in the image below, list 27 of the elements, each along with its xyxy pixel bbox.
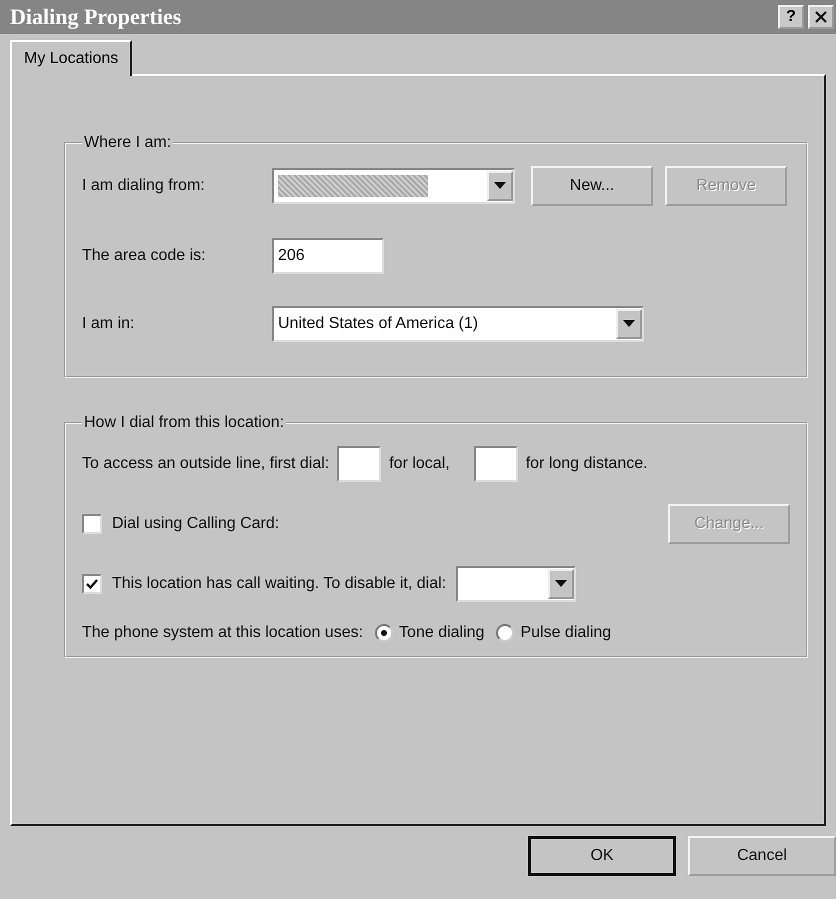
push-button[interactable]: New... bbox=[531, 166, 653, 206]
window-title: Dialing Properties bbox=[10, 4, 182, 30]
dropdown-value: United States of America (1) bbox=[278, 315, 478, 333]
field-label: To access an outside line, first dial: bbox=[82, 455, 330, 473]
country-dropdown[interactable]: United States of America (1) bbox=[272, 306, 644, 342]
push-button[interactable]: Cancel bbox=[688, 836, 836, 876]
area-code-field[interactable]: 206 bbox=[272, 238, 384, 274]
tab[interactable]: My Locations bbox=[10, 40, 132, 76]
radio-option[interactable]: Pulse dialing bbox=[496, 624, 612, 642]
close-button[interactable] bbox=[808, 5, 834, 29]
field-label: The phone system at this location uses: bbox=[82, 624, 364, 642]
radio-option[interactable]: Tone dialing bbox=[375, 624, 484, 642]
field-label: for local, bbox=[389, 455, 450, 473]
help-button[interactable]: ? bbox=[778, 5, 804, 29]
call-waiting-checkbox[interactable]: This location has call waiting. To disable it, dial: bbox=[82, 574, 446, 594]
close-icon bbox=[815, 11, 827, 23]
field-label: I am in: bbox=[82, 315, 136, 333]
checkmark-icon bbox=[86, 579, 98, 589]
group-title: How I dial from this location: bbox=[83, 414, 286, 432]
push-button[interactable]: OK bbox=[528, 836, 676, 876]
field-label: The area code is: bbox=[82, 247, 207, 265]
local-prefix-field[interactable] bbox=[337, 446, 382, 482]
calling-card-checkbox[interactable]: Dial using Calling Card: bbox=[82, 514, 280, 534]
long-distance-prefix-field[interactable] bbox=[474, 446, 518, 482]
field-label: I am dialing from: bbox=[82, 177, 206, 195]
group-title: Where I am: bbox=[83, 134, 172, 152]
field-label: for long distance. bbox=[526, 455, 648, 473]
